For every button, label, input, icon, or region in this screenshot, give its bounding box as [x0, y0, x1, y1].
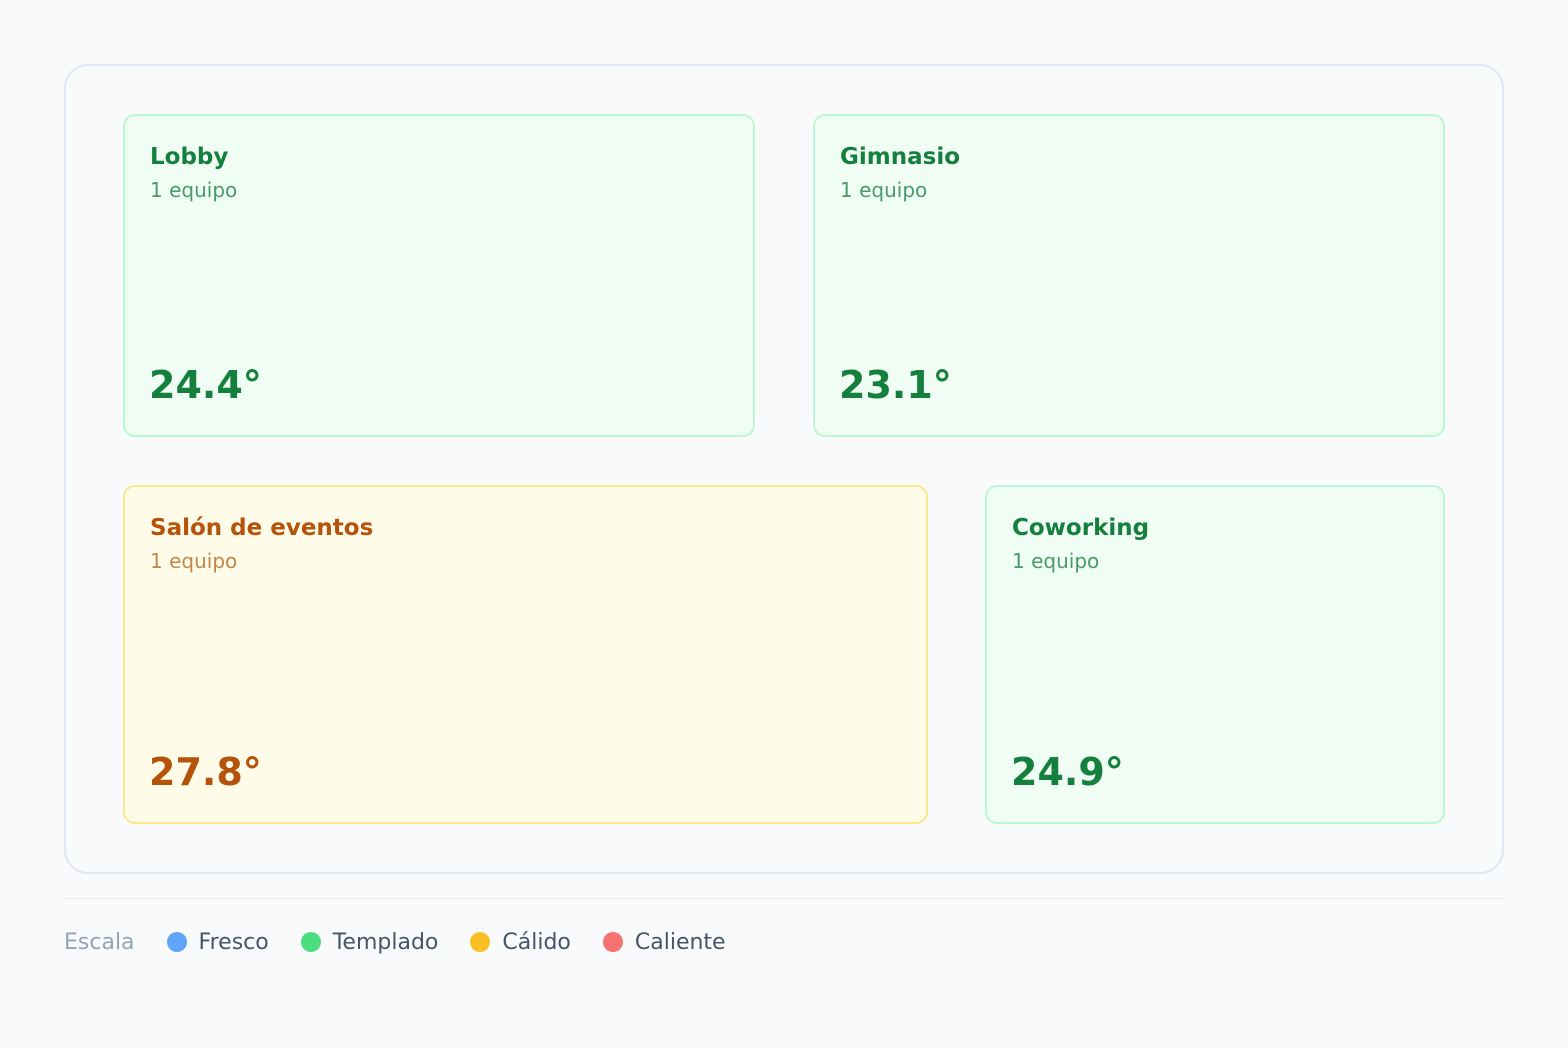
legend-item-templado: Templado	[300, 929, 439, 955]
green-dot-icon	[300, 932, 321, 952]
zone-temperature: 24.9°	[1011, 750, 1124, 794]
zone-temperature: 23.1°	[839, 363, 952, 407]
legend-label: Templado	[332, 929, 439, 955]
zone-card-coworking[interactable]: Coworking 1 equipo 24.9°	[985, 485, 1445, 824]
zone-name: Salón de eventos	[150, 515, 374, 541]
zone-temperature: 27.8°	[149, 750, 262, 794]
legend-divider	[64, 898, 1504, 899]
zone-device-count: 1 equipo	[150, 178, 238, 202]
legend-item-caliente: Caliente	[602, 929, 726, 955]
legend-title: Escala	[64, 929, 135, 955]
legend-item-fresco: Fresco	[166, 929, 269, 955]
zone-card-salon-de-eventos[interactable]: Salón de eventos 1 equipo 27.8°	[123, 485, 928, 824]
blue-dot-icon	[166, 932, 187, 952]
legend-label: Fresco	[198, 929, 269, 955]
zone-card-gimnasio[interactable]: Gimnasio 1 equipo 23.1°	[813, 114, 1445, 437]
red-dot-icon	[602, 932, 623, 952]
legend-label: Caliente	[634, 929, 726, 955]
yellow-dot-icon	[470, 932, 491, 952]
zone-device-count: 1 equipo	[1012, 549, 1100, 573]
zone-device-count: 1 equipo	[840, 178, 928, 202]
legend-label: Cálido	[502, 929, 571, 955]
zone-name: Lobby	[150, 144, 229, 170]
legend-item-calido: Cálido	[470, 930, 571, 955]
zone-temperature: 24.4°	[149, 363, 262, 407]
zone-name: Gimnasio	[840, 144, 960, 170]
temperature-legend: Escala Fresco Templado Cálido Caliente	[64, 924, 758, 960]
zone-card-lobby[interactable]: Lobby 1 equipo 24.4°	[123, 114, 755, 437]
zone-device-count: 1 equipo	[150, 549, 238, 573]
zone-name: Coworking	[1012, 515, 1150, 541]
